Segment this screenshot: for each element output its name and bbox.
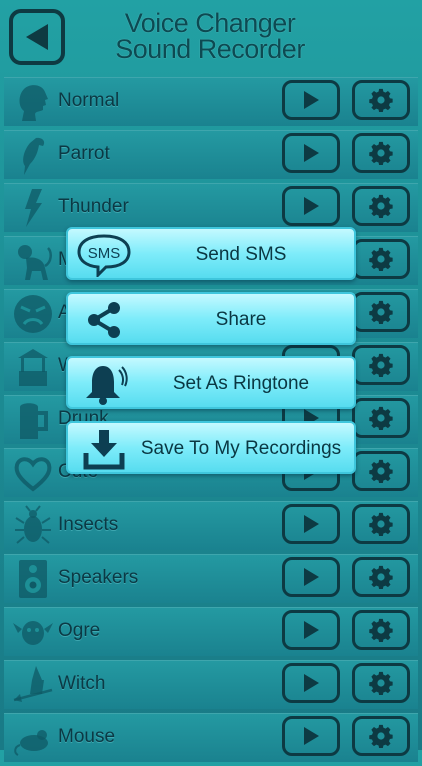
share-icon xyxy=(76,298,132,342)
download-tray-icon xyxy=(76,427,132,471)
bell-icon xyxy=(76,362,132,406)
share-label: Share xyxy=(215,309,267,330)
share-button[interactable]: Share xyxy=(66,292,356,345)
set-ringtone-label: Set As Ringtone xyxy=(172,373,310,394)
sms-icon-text: SMS xyxy=(88,245,121,262)
sms-bubble-icon: SMS xyxy=(76,233,132,277)
send-sms-label: Send SMS xyxy=(195,244,287,265)
action-menu: SMS Send SMS Share Set As Ringtone Save … xyxy=(0,0,422,750)
save-recordings-label: Save To My Recordings xyxy=(140,438,342,459)
set-ringtone-button[interactable]: Set As Ringtone xyxy=(66,356,356,409)
save-recordings-button[interactable]: Save To My Recordings xyxy=(66,421,356,474)
send-sms-button[interactable]: SMS Send SMS xyxy=(66,227,356,280)
